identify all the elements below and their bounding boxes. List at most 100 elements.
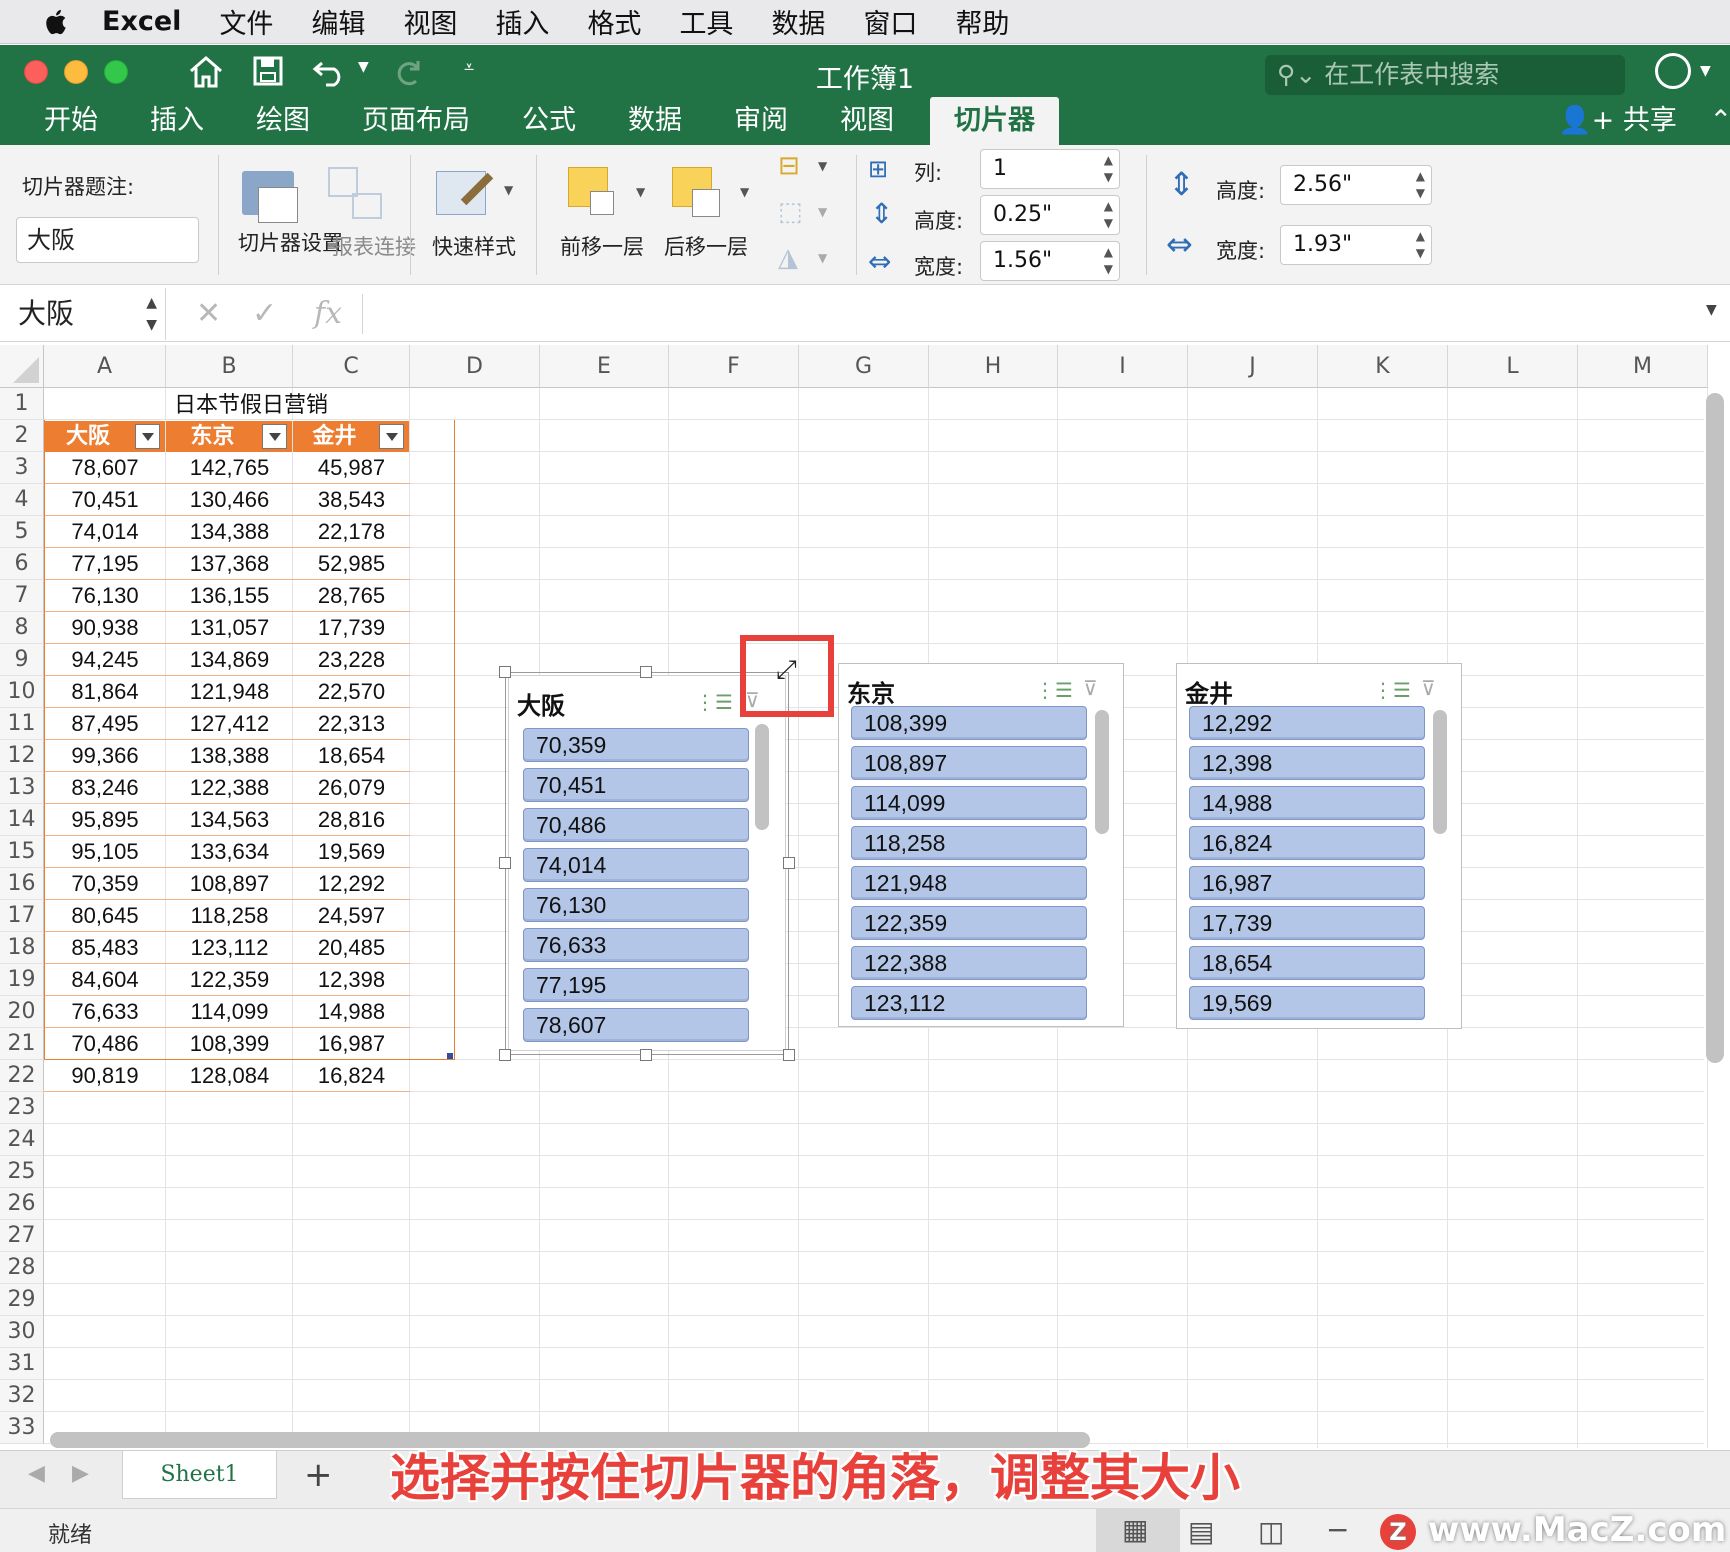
table-cell[interactable]: 28,765 [293, 580, 410, 612]
table-cell[interactable]: 137,368 [166, 548, 293, 580]
select-all-corner[interactable] [0, 345, 44, 388]
slicer-osaka-scrollbar[interactable] [755, 724, 769, 830]
next-sheet-icon[interactable]: ▶ [72, 1461, 89, 1486]
row-header[interactable]: 26 [0, 1188, 44, 1220]
table-cell[interactable]: 38,543 [293, 484, 410, 516]
feedback-dropdown-icon[interactable]: ▼ [1700, 63, 1711, 79]
tab-insert[interactable]: 插入 [150, 101, 204, 141]
page-layout-view-icon[interactable]: ▤ [1188, 1515, 1214, 1548]
column-header[interactable]: L [1448, 345, 1578, 388]
feedback-smiley-icon[interactable] [1655, 53, 1691, 89]
column-header[interactable]: M [1578, 345, 1708, 388]
slicer-item-button[interactable]: 16,987 [1189, 866, 1425, 900]
menu-tools[interactable]: 工具 [679, 2, 733, 41]
row-header[interactable]: 33 [0, 1412, 44, 1444]
row-header[interactable]: 23 [0, 1092, 44, 1124]
table-cell[interactable]: 16,987 [293, 1028, 410, 1060]
stepper-arrows-icon[interactable]: ▲ ▼ [1104, 198, 1113, 232]
tab-formulas[interactable]: 公式 [522, 101, 576, 141]
expand-formula-bar-icon[interactable]: ▼ [1706, 302, 1717, 318]
row-header[interactable]: 19 [0, 964, 44, 996]
slicer-item-button[interactable]: 12,398 [1189, 746, 1425, 780]
slicer-item-button[interactable]: 18,654 [1189, 946, 1425, 980]
table-cell[interactable]: 70,359 [44, 868, 166, 900]
table-cell[interactable]: 122,359 [166, 964, 293, 996]
table-cell[interactable]: 80,645 [44, 900, 166, 932]
slicer-item-button[interactable]: 14,988 [1189, 786, 1425, 820]
slicer-item-button[interactable]: 118,258 [851, 826, 1087, 860]
quick-styles-dropdown-icon[interactable]: ▼ [504, 183, 513, 197]
table-cell[interactable]: 52,985 [293, 548, 410, 580]
sheet-tab-sheet1[interactable]: Sheet1 [122, 1451, 277, 1499]
resize-handle-bottom-left[interactable] [499, 1049, 511, 1061]
slicer-osaka[interactable]: 大阪 ⋮☰ ⊽ 70,359 70,451 70,486 74,014 76,130 76… [508, 675, 786, 1051]
vertical-scrollbar[interactable] [1706, 393, 1724, 1063]
row-header[interactable]: 27 [0, 1220, 44, 1252]
row-header[interactable]: 12 [0, 740, 44, 772]
slicer-item-button[interactable]: 16,824 [1189, 826, 1425, 860]
zoom-out-icon[interactable]: − [1326, 1513, 1349, 1546]
columns-stepper[interactable]: 1 ▲ ▼ [980, 149, 1120, 189]
table-cell[interactable]: 24,597 [293, 900, 410, 932]
tab-home[interactable]: 开始 [44, 101, 98, 141]
slicer-tokyo-scrollbar[interactable] [1095, 710, 1109, 834]
row-header[interactable]: 15 [0, 836, 44, 868]
table-cell[interactable]: 90,819 [44, 1060, 166, 1092]
filter-dropdown-icon[interactable] [262, 424, 287, 449]
table-cell[interactable]: 142,765 [166, 452, 293, 484]
stepper-arrows-icon[interactable]: ▲ ▼ [1416, 168, 1425, 202]
slicer-item-button[interactable]: 19,569 [1189, 986, 1425, 1020]
row-header[interactable]: 21 [0, 1028, 44, 1060]
table-cell[interactable]: 130,466 [166, 484, 293, 516]
row-header[interactable]: 22 [0, 1060, 44, 1092]
slicer-settings-button[interactable]: 切片器设置 [238, 231, 343, 255]
table-cell[interactable]: 18,654 [293, 740, 410, 772]
table-cell[interactable]: 74,014 [44, 516, 166, 548]
button-width-stepper[interactable]: 1.56" ▲ ▼ [980, 241, 1120, 281]
table-cell[interactable]: 94,245 [44, 644, 166, 676]
table-cell[interactable]: 14,988 [293, 996, 410, 1028]
table-cell[interactable]: 114,099 [166, 996, 293, 1028]
table-cell[interactable]: 23,228 [293, 644, 410, 676]
row-header[interactable]: 31 [0, 1348, 44, 1380]
table-cell[interactable]: 22,570 [293, 676, 410, 708]
row-header[interactable]: 14 [0, 804, 44, 836]
slicer-caption-input[interactable]: 大阪 [16, 217, 199, 263]
table-cell[interactable]: 95,105 [44, 836, 166, 868]
row-header[interactable]: 4 [0, 484, 44, 516]
name-box-stepper-icon[interactable]: ▲ ▼ [146, 292, 157, 336]
clear-filter-icon[interactable]: ⊽ [1083, 676, 1098, 700]
clear-filter-icon[interactable]: ⊽ [1421, 676, 1436, 700]
align-dropdown-icon[interactable]: ▼ [818, 159, 827, 173]
table-cell[interactable]: 20,485 [293, 932, 410, 964]
bring-forward-button[interactable]: 前移一层 [560, 231, 644, 261]
bring-forward-dropdown-icon[interactable]: ▼ [636, 185, 645, 199]
row-header[interactable]: 6 [0, 548, 44, 580]
table-cell[interactable]: 108,399 [166, 1028, 293, 1060]
tab-view[interactable]: 视图 [840, 101, 894, 141]
table-cell[interactable]: 76,130 [44, 580, 166, 612]
multi-select-icon[interactable]: ⋮☰ [1373, 678, 1411, 702]
slicer-item-button[interactable]: 76,130 [523, 888, 749, 922]
send-backward-button[interactable]: 后移一层 [664, 231, 748, 261]
slicer-kanai[interactable]: 金井 ⋮☰ ⊽ 12,292 12,398 14,988 16,824 16,987 17… [1176, 663, 1462, 1029]
table-cell[interactable]: 45,987 [293, 452, 410, 484]
tab-review[interactable]: 审阅 [734, 101, 788, 141]
menu-data[interactable]: 数据 [771, 2, 825, 41]
row-header[interactable]: 17 [0, 900, 44, 932]
table-cell[interactable]: 81,864 [44, 676, 166, 708]
filter-dropdown-icon[interactable] [379, 424, 404, 449]
table-cell[interactable]: 138,388 [166, 740, 293, 772]
table-cell[interactable]: 134,388 [166, 516, 293, 548]
table-cell[interactable]: 118,258 [166, 900, 293, 932]
stepper-arrows-icon[interactable]: ▲ ▼ [1416, 228, 1425, 262]
row-header[interactable]: 11 [0, 708, 44, 740]
share-button[interactable]: 👤+ 共享 ⌃ [1558, 101, 1730, 141]
column-header[interactable]: H [929, 345, 1058, 388]
menu-help[interactable]: 帮助 [955, 2, 1009, 41]
table-cell[interactable]: 70,486 [44, 1028, 166, 1060]
table-cell[interactable]: 17,739 [293, 612, 410, 644]
multi-select-icon[interactable]: ⋮☰ [695, 690, 733, 714]
resize-handle-top[interactable] [640, 666, 652, 678]
resize-handle-bottom-right[interactable] [783, 1049, 795, 1061]
